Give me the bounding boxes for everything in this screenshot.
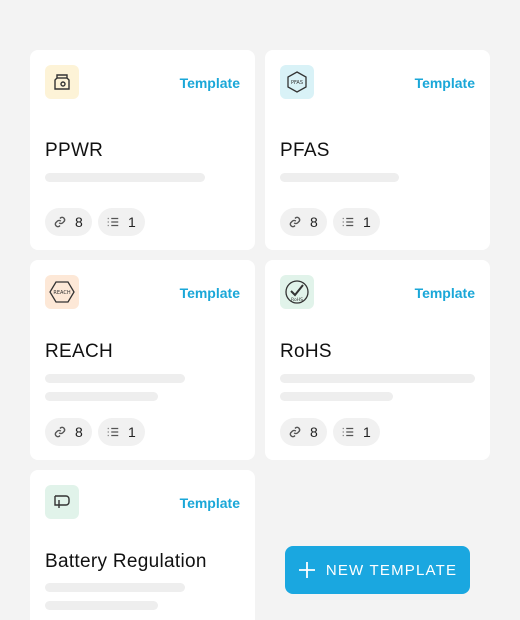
skeleton-line (280, 173, 399, 182)
skeleton-line (45, 583, 185, 592)
links-count-pill[interactable]: 8 (45, 418, 92, 446)
new-template-button[interactable]: NEW TEMPLATE (285, 546, 470, 594)
pfas-hexagon-icon: PFAS (280, 65, 314, 99)
template-tag: Template (414, 75, 475, 91)
battery-plug-icon (45, 485, 79, 519)
links-count: 8 (75, 214, 83, 230)
card-title: Battery Regulation (45, 551, 207, 572)
template-tag: Template (179, 285, 240, 301)
items-count-pill[interactable]: 1 (98, 208, 145, 236)
template-card-rohs[interactable]: RoHS Template RoHS 8 1 (265, 260, 490, 460)
plus-icon (298, 562, 315, 578)
rohs-check-icon: RoHS (280, 275, 314, 309)
template-tag: Template (179, 495, 240, 511)
list-icon (107, 427, 119, 437)
items-count: 1 (363, 214, 371, 230)
svg-text:REACH: REACH (53, 290, 70, 296)
skeleton-line (45, 392, 158, 401)
items-count-pill[interactable]: 1 (98, 418, 145, 446)
items-count: 1 (128, 424, 136, 440)
links-count: 8 (310, 424, 318, 440)
items-count-pill[interactable]: 1 (333, 208, 380, 236)
skeleton-line (280, 392, 393, 401)
template-tag: Template (414, 285, 475, 301)
list-icon (342, 427, 354, 437)
template-card-battery-regulation[interactable]: Template Battery Regulation (30, 470, 255, 620)
items-count: 1 (128, 214, 136, 230)
links-count-pill[interactable]: 8 (280, 418, 327, 446)
links-count: 8 (75, 424, 83, 440)
template-card-pfas[interactable]: PFAS Template PFAS 8 1 (265, 50, 490, 250)
template-tag: Template (179, 75, 240, 91)
links-count-pill[interactable]: 8 (45, 208, 92, 236)
list-icon (107, 217, 119, 227)
card-title: PFAS (280, 140, 330, 161)
skeleton-line (280, 374, 475, 383)
skeleton-line (45, 374, 185, 383)
card-title: REACH (45, 341, 114, 362)
template-card-ppwr[interactable]: Template PPWR 8 1 (30, 50, 255, 250)
list-icon (342, 217, 354, 227)
items-count-pill[interactable]: 1 (333, 418, 380, 446)
links-count-pill[interactable]: 8 (280, 208, 327, 236)
template-card-reach[interactable]: REACH Template REACH 8 1 (30, 260, 255, 460)
new-template-label: NEW TEMPLATE (325, 561, 458, 579)
skeleton-line (45, 173, 205, 182)
card-title: RoHS (280, 341, 332, 362)
links-count: 8 (310, 214, 318, 230)
pouch-icon (45, 65, 79, 99)
svg-text:PFAS: PFAS (291, 80, 303, 86)
skeleton-line (45, 601, 158, 610)
reach-hexagon-icon: REACH (45, 275, 79, 309)
link-icon (54, 216, 66, 228)
items-count: 1 (363, 424, 371, 440)
link-icon (54, 426, 66, 438)
svg-text:RoHS: RoHS (291, 297, 303, 303)
link-icon (289, 216, 301, 228)
link-icon (289, 426, 301, 438)
card-title: PPWR (45, 140, 104, 161)
